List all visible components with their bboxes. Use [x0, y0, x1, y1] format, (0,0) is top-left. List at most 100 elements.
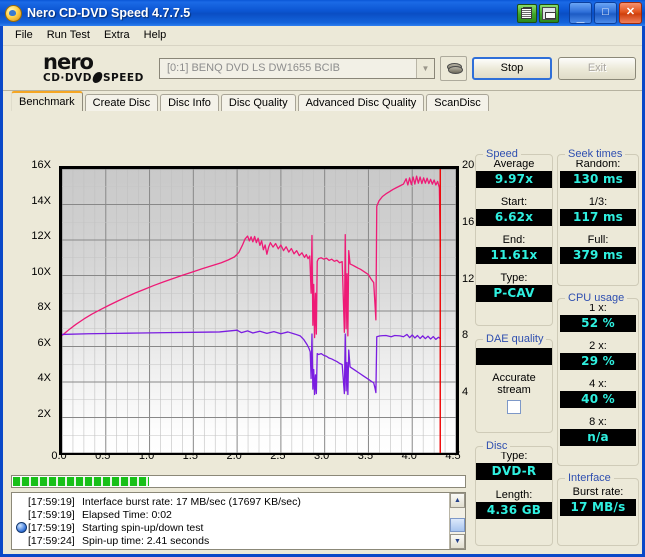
log-rows: [17:59:19] Interface burst rate: 17 MB/se…	[12, 493, 449, 549]
panel-interface: Interface Burst rate: 17 MB/s	[557, 472, 639, 546]
log-row: [17:59:19] Elapsed Time: 0:02	[14, 508, 449, 521]
chart-series-cpu-transfer	[62, 329, 441, 396]
speed-average-value: 9.97x	[476, 171, 552, 188]
panel-cpu-caption: CPU usage	[565, 292, 628, 304]
menu-item-run-test[interactable]: Run Test	[41, 28, 98, 43]
burst-rate-value: 17 MB/s	[560, 499, 636, 516]
y-axis-tick-left: 2X	[37, 407, 51, 420]
menu-item-extra[interactable]: Extra	[98, 28, 138, 43]
dae-note-line1: Accurate	[492, 372, 536, 384]
y-axis-tick-left: 14X	[31, 194, 51, 207]
panel-disc-caption: Disc	[483, 440, 511, 452]
y-axis-tick-left: 16X	[31, 159, 51, 171]
speed-type-label: Type:	[500, 272, 528, 284]
maximize-icon: □	[602, 6, 609, 18]
disc-stack-icon-button[interactable]	[440, 55, 467, 81]
progress-bar-fill	[13, 477, 149, 486]
benchmark-chart: 2X 4X 6X 8X 10X 12X 14X 16X 4 8 12 16 20 0.0 0.5 1.0 1…	[9, 144, 474, 474]
cpu-4x-label: 4 x:	[589, 378, 607, 390]
speed-end-label: End:	[502, 234, 526, 246]
speed-start-label: Start:	[500, 196, 528, 208]
nero-app-icon	[5, 4, 22, 22]
scroll-down-icon[interactable]: ▼	[450, 534, 465, 549]
cpu-1x-value: 52 %	[560, 315, 636, 332]
disc-type-value: DVD-R	[476, 463, 552, 480]
drive-selector[interactable]: [0:1] BENQ DVD LS DW1655 BCIB ▼	[159, 57, 435, 79]
panel-seek-caption: Seek times	[565, 148, 626, 160]
window-title: Nero CD-DVD Speed 4.7.7.5	[27, 6, 191, 20]
log-panel: [17:59:19] Interface burst rate: 17 MB/se…	[11, 492, 466, 550]
menu-item-help[interactable]: Help	[138, 28, 175, 43]
log-message: Interface burst rate: 17 MB/sec (17697 K…	[82, 495, 301, 508]
log-timestamp: [17:59:19]	[28, 521, 75, 534]
progress-bar	[11, 475, 466, 488]
save-results-button[interactable]	[539, 3, 559, 23]
info-globe-icon	[14, 522, 28, 533]
header-row: nero CD·DVD SPEED [0:1] BENQ DVD LS DW16…	[3, 46, 642, 91]
panel-speed-caption: Speed	[483, 148, 521, 160]
disc-stack-icon	[446, 63, 463, 74]
dae-note-line2: stream	[497, 384, 531, 396]
cpu-4x-value: 40 %	[560, 391, 636, 408]
minimize-button[interactable]: _	[569, 2, 592, 24]
logo-speed-text: SPEED	[102, 71, 144, 84]
panel-dae-quality: DAE quality Accurate stream	[475, 333, 553, 433]
tab-create-disc[interactable]: Create Disc	[84, 94, 159, 111]
panel-dae-caption: DAE quality	[483, 333, 547, 345]
seek-full-label: Full:	[587, 234, 609, 246]
y-axis-tick-left: 8X	[37, 301, 51, 313]
disc-glyph-icon	[91, 72, 104, 83]
speed-type-value: P-CAV	[476, 285, 552, 302]
speed-start-value: 6.62x	[476, 209, 552, 226]
close-button[interactable]: ✕	[619, 2, 642, 24]
accurate-stream-checkbox[interactable]	[507, 400, 521, 414]
tab-disc-info[interactable]: Disc Info	[160, 94, 219, 111]
chevron-down-icon[interactable]: ▼	[416, 58, 434, 78]
chart-plot-area	[59, 166, 459, 455]
panel-seek-times: Seek times Random: 130 ms 1/3: 117 ms Fu…	[557, 148, 639, 286]
panel-speed: Speed Average 9.97x Start: 6.62x End: 11…	[475, 148, 553, 326]
menu-bar: File Run Test Extra Help	[3, 26, 642, 46]
disc-length-label: Length:	[495, 489, 533, 501]
dae-quality-value	[476, 348, 552, 365]
y-axis-tick-left: 12X	[31, 230, 51, 242]
cpu-8x-value: n/a	[560, 429, 636, 446]
maximize-button[interactable]: □	[594, 2, 617, 24]
seek-third-label: 1/3:	[588, 196, 608, 208]
tab-bar: Benchmark Create Disc Disc Info Disc Qua…	[3, 91, 642, 111]
logo-line-nero: nero	[43, 49, 94, 74]
nero-logo: nero CD·DVD SPEED	[9, 49, 159, 84]
panel-interface-caption: Interface	[565, 472, 614, 484]
log-timestamp: [17:59:19]	[28, 495, 75, 508]
drive-selector-value: [0:1] BENQ DVD LS DW1655 BCIB	[167, 62, 341, 74]
title-bar: Nero CD-DVD Speed 4.7.7.5 _ □ ✕	[0, 0, 645, 26]
log-message: Spin-up time: 2.41 seconds	[82, 534, 210, 547]
seek-full-value: 379 ms	[560, 247, 636, 264]
tab-disc-quality[interactable]: Disc Quality	[220, 94, 296, 111]
tab-benchmark[interactable]: Benchmark	[11, 91, 83, 111]
menu-item-file[interactable]: File	[9, 28, 41, 43]
log-message: Elapsed Time: 0:02	[82, 508, 172, 521]
log-scrollbar[interactable]: ▲ ▼	[449, 493, 465, 549]
exit-button: Exit	[558, 56, 636, 80]
copy-to-clipboard-button[interactable]	[517, 3, 537, 23]
y-axis-tick-left: 10X	[31, 265, 51, 278]
panel-cpu-usage: CPU usage 1 x: 52 % 2 x: 29 % 4 x: 40 % …	[557, 292, 639, 466]
log-row: [17:59:19] Starting spin-up/down test	[14, 521, 449, 534]
y-axis-tick-left: 4X	[37, 372, 51, 384]
tab-advanced-disc-quality[interactable]: Advanced Disc Quality	[297, 94, 425, 111]
panel-disc: Disc Type: DVD-R Length: 4.36 GB	[475, 440, 553, 546]
scrollbar-thumb[interactable]	[450, 518, 465, 532]
disc-length-value: 4.36 GB	[476, 502, 552, 519]
log-row: [17:59:24] Spin-up time: 2.41 seconds	[14, 534, 449, 547]
y-axis-tick-left: 6X	[37, 336, 51, 349]
tab-scandisc[interactable]: ScanDisc	[426, 94, 489, 111]
burst-rate-label: Burst rate:	[572, 486, 624, 498]
logo-line-cddvdspeed: CD·DVD SPEED	[43, 72, 159, 84]
chart-series-read-speed	[62, 175, 441, 339]
logo-cddvd-text: CD·DVD	[43, 71, 92, 84]
log-message: Starting spin-up/down test	[82, 521, 204, 534]
scroll-up-icon[interactable]: ▲	[450, 493, 465, 508]
stop-button[interactable]: Stop	[472, 56, 552, 80]
cpu-2x-value: 29 %	[560, 353, 636, 370]
